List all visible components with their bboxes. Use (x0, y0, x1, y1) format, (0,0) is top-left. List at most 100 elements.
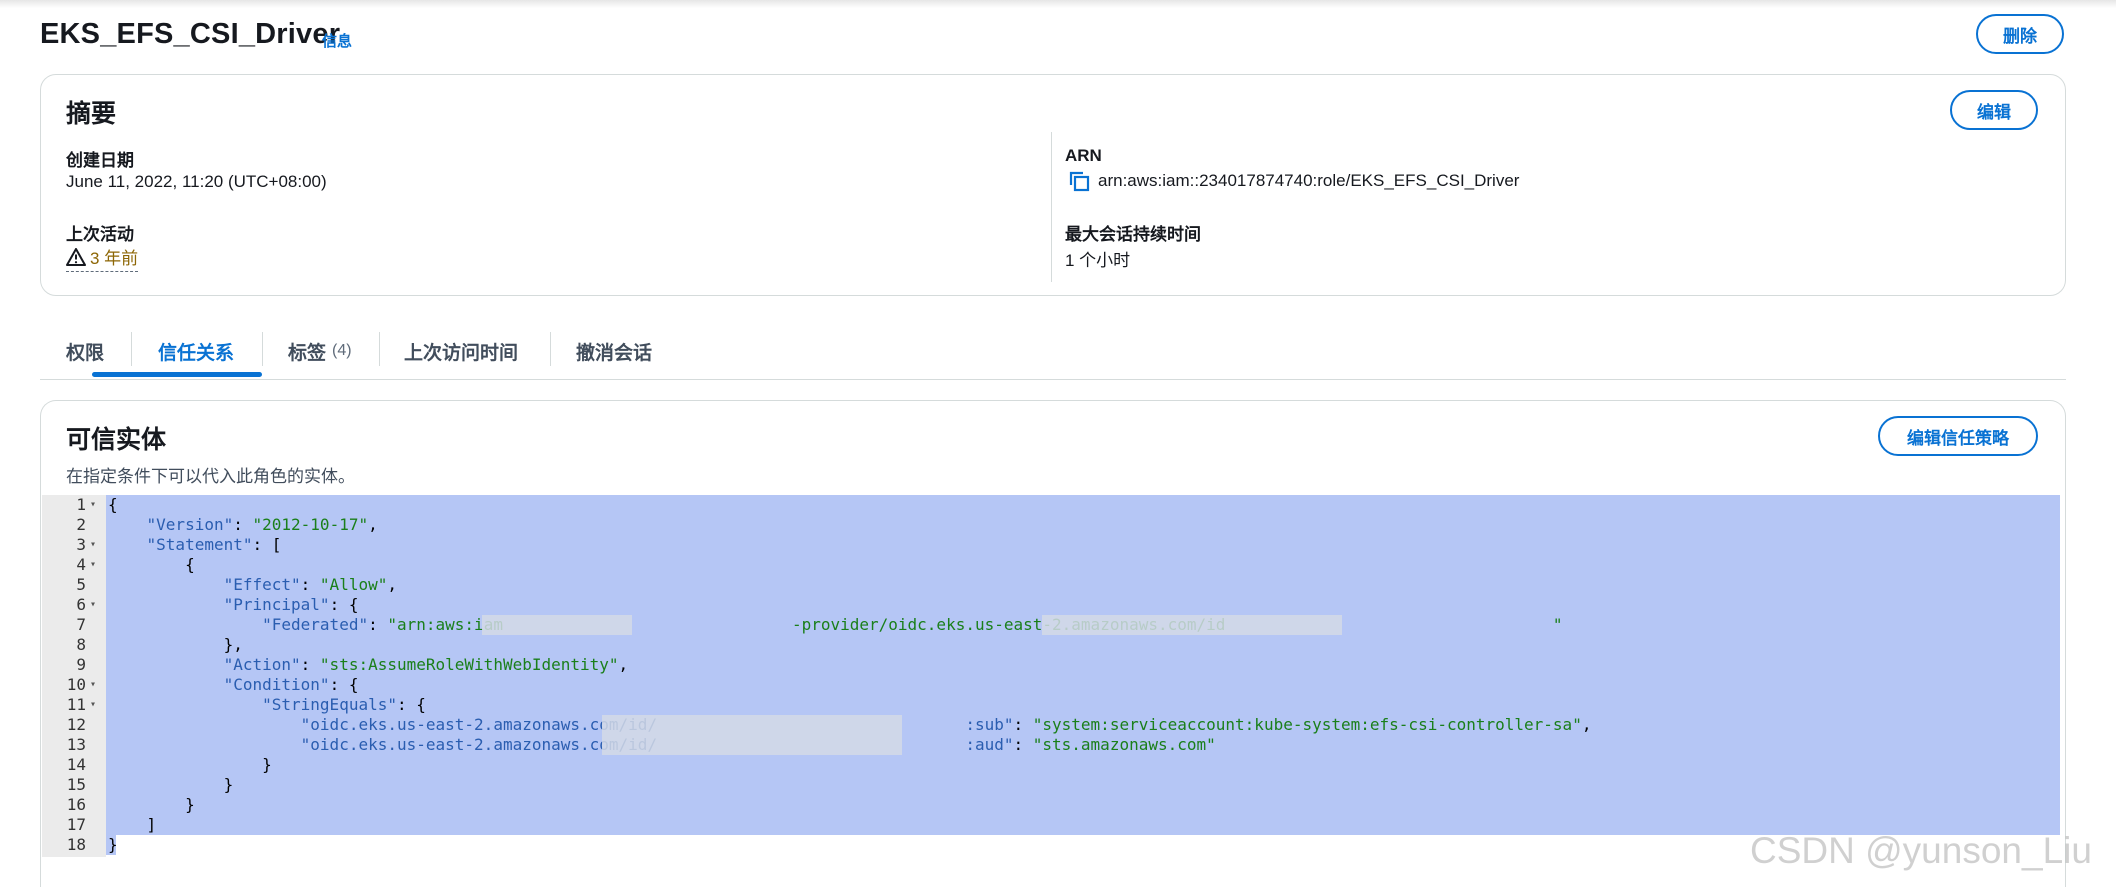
fold-arrow-icon[interactable]: ▾ (90, 535, 96, 555)
line-number: 4 (76, 555, 86, 574)
line-number: 18 (66, 835, 86, 854)
line-number: 1 (76, 495, 86, 514)
code-text: "Principal": { (223, 595, 359, 614)
edit-button[interactable]: 编辑 (1950, 90, 2038, 130)
line-number: 5 (76, 575, 86, 594)
tab-last-accessed[interactable]: 上次访问时间 (404, 330, 518, 372)
info-link[interactable]: 信息 (322, 30, 352, 51)
code-text: "StringEquals": { (262, 695, 426, 714)
code-line: 3 ▾ "Statement": [ (42, 535, 2060, 555)
code-line: 13 "oidc.eks.us-east-2.amazonaws.com/id/… (42, 735, 2060, 755)
tab-label: 信任关系 (158, 342, 235, 364)
tab-label: 标签 (288, 342, 327, 364)
code-line: 15 } (42, 775, 2060, 795)
line-number: 7 (76, 615, 86, 634)
tab-label: 权限 (66, 342, 105, 364)
code-text: "Action": "sts:AssumeRoleWithWebIdentity… (223, 655, 629, 674)
line-number: 8 (76, 635, 86, 654)
tab-permissions[interactable]: 权限 (66, 330, 104, 372)
last-activity-text: 3 年前 (90, 249, 139, 268)
code-text: } (108, 755, 272, 774)
redaction-mask (602, 735, 902, 755)
code-line: 6 ▾ "Principal": { (42, 595, 2060, 615)
line-number: 12 (66, 715, 86, 734)
code-line: 4 ▾ { (42, 555, 2060, 575)
code-line: 2 "Version": "2012-10-17", (42, 515, 2060, 535)
fold-arrow-icon[interactable]: ▾ (90, 675, 96, 695)
tab-separator (550, 332, 551, 366)
edit-trust-policy-button[interactable]: 编辑信任策略 (1878, 416, 2038, 456)
line-number: 11 (66, 695, 86, 714)
summary-divider (1051, 132, 1052, 282)
arn-value: arn:aws:iam::234017874740:role/EKS_EFS_C… (1098, 171, 1520, 190)
copy-icon[interactable] (1068, 170, 1090, 192)
code-line: 12 "oidc.eks.us-east-2.amazonaws.com/id/… (42, 715, 2060, 735)
warning-triangle-icon (66, 247, 86, 266)
code-text: }, (108, 635, 243, 654)
tab-label: 撤消会话 (576, 342, 653, 364)
tab-tags[interactable]: 标签 (4) (288, 330, 352, 372)
code-line: 16 } (42, 795, 2060, 815)
top-shadow (0, 0, 2116, 8)
tab-separator (131, 332, 132, 366)
line-number: 3 (76, 535, 86, 554)
tab-label: 上次访问时间 (404, 342, 519, 364)
redaction-mask (602, 715, 902, 735)
created-value: June 11, 2022, 11:20 (UTC+08:00) (66, 172, 327, 191)
code-text: "Statement": [ (146, 535, 282, 554)
delete-button[interactable]: 删除 (1976, 14, 2064, 54)
code-text: "Condition": { (223, 675, 359, 694)
line-number: 13 (66, 735, 86, 754)
summary-card (40, 74, 2066, 296)
tab-separator (379, 332, 380, 366)
arn-label: ARN (1065, 146, 1102, 165)
tab-revoke-sessions[interactable]: 撤消会话 (576, 330, 652, 372)
trusted-entities-title: 可信实体 (66, 426, 167, 454)
code-text: } (108, 835, 118, 854)
fold-arrow-icon[interactable]: ▾ (90, 495, 96, 515)
line-number: 10 (66, 675, 86, 694)
code-text: "Version": "2012-10-17", (146, 515, 378, 534)
redaction-mask (482, 615, 632, 635)
fold-arrow-icon[interactable]: ▾ (90, 695, 96, 715)
tab-bar-line (40, 379, 2066, 380)
code-line: 14 } (42, 755, 2060, 775)
page-title: EKS_EFS_CSI_Driver (40, 18, 341, 50)
watermark: CSDN @yunson_Liu (1750, 830, 2092, 871)
fold-arrow-icon[interactable]: ▾ (90, 595, 96, 615)
max-session-label: 最大会话持续时间 (1065, 225, 1201, 244)
code-line: 5 "Effect": "Allow", (42, 575, 2060, 595)
code-line: 10 ▾ "Condition": { (42, 675, 2060, 695)
line-number: 16 (66, 795, 86, 814)
line-number: 17 (66, 815, 86, 834)
code-text: ] (108, 815, 157, 834)
code-text: } (108, 775, 234, 794)
code-line: 9 "Action": "sts:AssumeRoleWithWebIdenti… (42, 655, 2060, 675)
code-text: { (108, 495, 118, 514)
summary-title: 摘要 (66, 100, 117, 128)
code-text: "Effect": "Allow", (223, 575, 397, 594)
tab-tags-count: (4) (332, 342, 352, 359)
tab-separator (262, 332, 263, 366)
line-number: 6 (76, 595, 86, 614)
line-number: 14 (66, 755, 86, 774)
page-header: EKS_EFS_CSI_Driver 信息 (40, 14, 2070, 64)
redaction-mask (1042, 615, 1342, 635)
code-line: 1 ▾ { (42, 495, 2060, 515)
last-activity-value[interactable]: 3 年前 (66, 244, 139, 272)
line-number: 9 (76, 655, 86, 674)
tab-trust-relationships[interactable]: 信任关系 (158, 330, 234, 372)
arn-row: arn:aws:iam::234017874740:role/EKS_EFS_C… (1068, 170, 1519, 192)
fold-arrow-icon[interactable]: ▾ (90, 555, 96, 575)
created-label: 创建日期 (66, 151, 134, 170)
code-line: 8 }, (42, 635, 2060, 655)
tab-bar: 权限 信任关系 标签 (4) 上次访问时间 撤消会话 (40, 330, 2066, 380)
trust-policy-editor[interactable]: 1 ▾{2 "Version": "2012-10-17", 3 ▾ "Stateme… (42, 495, 2060, 857)
code-line: 11 ▾ "StringEquals": { (42, 695, 2060, 715)
trusted-entities-subtitle: 在指定条件下可以代入此角色的实体。 (66, 467, 355, 486)
last-activity-label: 上次活动 (66, 225, 134, 244)
max-session-value: 1 个小时 (1065, 251, 1131, 270)
line-number: 15 (66, 775, 86, 794)
line-number: 2 (76, 515, 86, 534)
code-text: "Federated": "arn:aws:iam -provider/oidc… (262, 615, 1563, 634)
